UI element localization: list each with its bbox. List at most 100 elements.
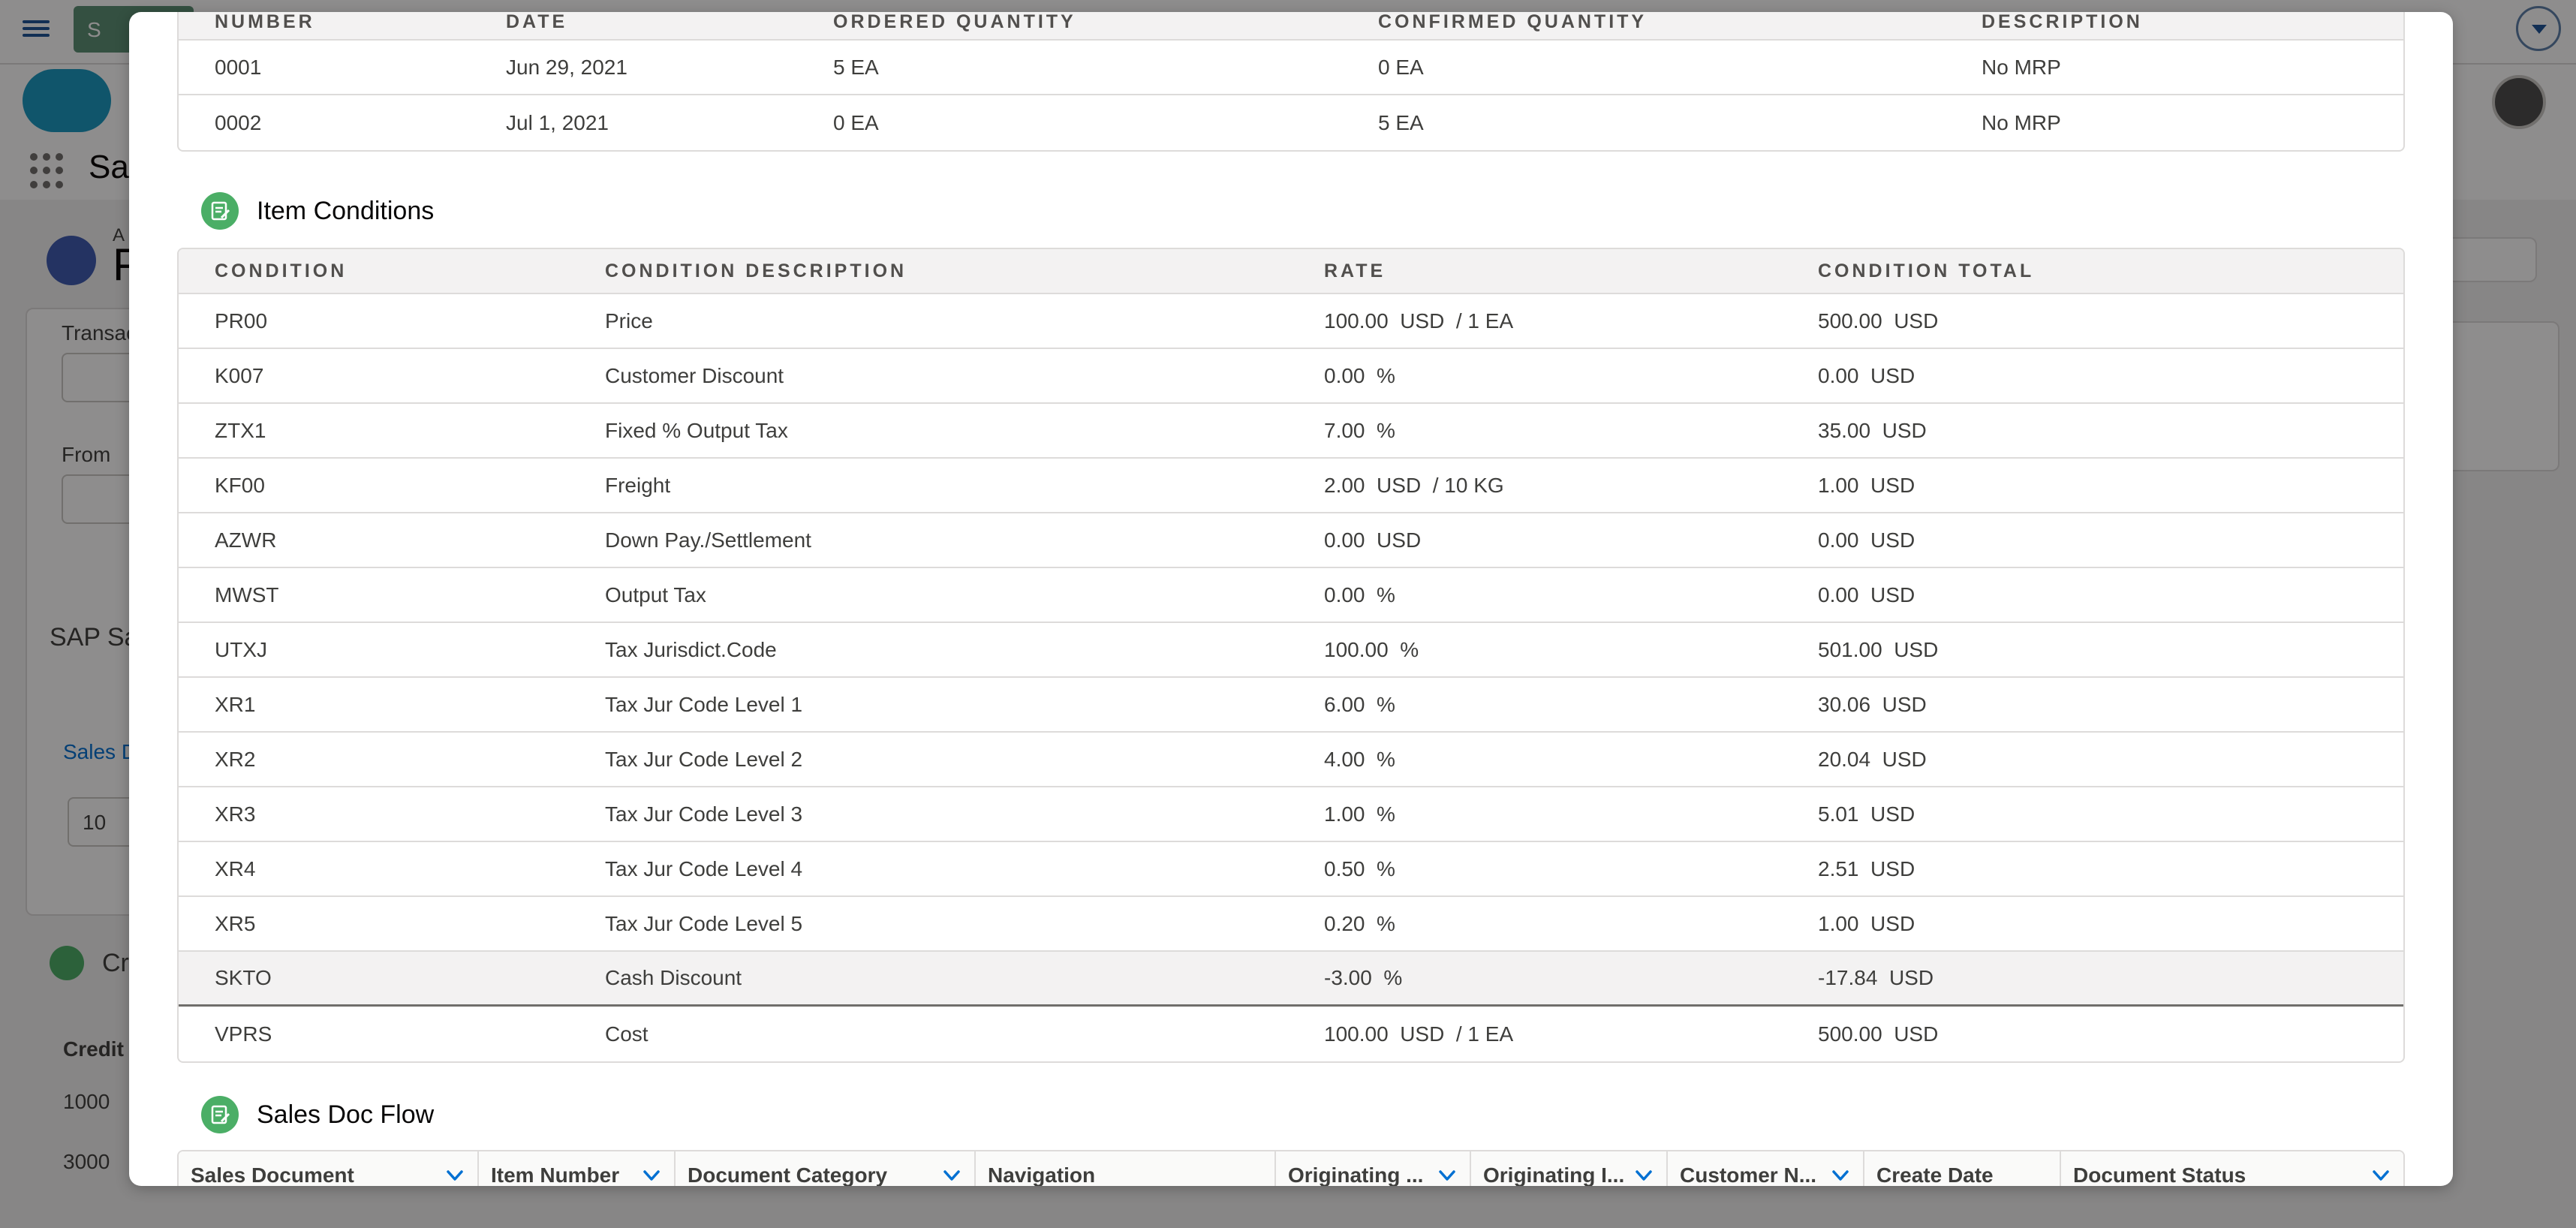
cell-ordered-quantity: 0 EA <box>833 110 879 134</box>
sales-doc-flow-title: Sales Doc Flow <box>257 1100 435 1129</box>
cell-rate: 0.50 % <box>1324 856 1395 880</box>
cell-condition-total: 30.06 USD <box>1818 692 1927 716</box>
cell-rate: 100.00 % <box>1324 637 1419 661</box>
flow-column-label: Document Status <box>2073 1163 2246 1186</box>
flow-column-header[interactable]: Customer N... <box>1668 1151 1864 1186</box>
cell-condition-description: Tax Jur Code Level 5 <box>605 911 803 935</box>
cell-condition-description: Fixed % Output Tax <box>605 418 788 442</box>
flow-column-label: Document Category <box>688 1163 888 1186</box>
col-date: Date <box>506 12 568 32</box>
cell-condition-total: 500.00 USD <box>1818 309 1939 333</box>
col-ordered-quantity: Ordered Quantity <box>833 12 1076 32</box>
table-row: VPRS Cost 100.00 USD / 1 EA 500.00 USD <box>179 1007 2403 1061</box>
cell-condition-description: Freight <box>605 473 671 497</box>
chevron-down-icon[interactable] <box>444 1165 465 1186</box>
table-row: AZWR Down Pay./Settlement 0.00 USD 0.00 USD <box>179 513 2403 568</box>
flow-column-header[interactable]: Create Date <box>1864 1151 2061 1186</box>
item-conditions-header: Item Conditions <box>201 192 434 230</box>
cell-condition: VPRS <box>215 1022 272 1046</box>
cell-condition: UTXJ <box>215 637 267 661</box>
cell-condition-total: 0.00 USD <box>1818 363 1915 387</box>
cell-number: 0002 <box>215 110 262 134</box>
sales-doc-flow-table: Sales Document Item Number Document Catego… <box>177 1150 2405 1186</box>
cell-rate: 7.00 % <box>1324 418 1395 442</box>
cell-rate: 4.00 % <box>1324 747 1395 771</box>
col-rate: Rate <box>1324 260 1386 281</box>
flow-column-label: Navigation <box>988 1163 1096 1186</box>
flow-column-header[interactable]: Sales Document <box>179 1151 479 1186</box>
chevron-down-icon[interactable] <box>1437 1165 1458 1186</box>
cell-condition-total: 0.00 USD <box>1818 528 1915 552</box>
cell-condition: XR5 <box>215 911 256 935</box>
flow-column-header[interactable]: Originating I... <box>1471 1151 1668 1186</box>
table-row: ZTX1 Fixed % Output Tax 7.00 % 35.00 USD <box>179 404 2403 459</box>
cell-condition: XR3 <box>215 802 256 826</box>
flow-column-label: Originating I... <box>1483 1163 1625 1186</box>
table-row: MWST Output Tax 0.00 % 0.00 USD <box>179 568 2403 623</box>
table-row: SKTO Cash Discount -3.00 % -17.84 USD <box>179 952 2403 1007</box>
cell-condition-description: Tax Jur Code Level 3 <box>605 802 803 826</box>
cell-condition: KF00 <box>215 473 265 497</box>
cell-rate: 100.00 USD / 1 EA <box>1324 1022 1514 1046</box>
cell-number: 0001 <box>215 55 262 79</box>
cell-description: No MRP <box>1982 110 2061 134</box>
cell-rate: 2.00 USD / 10 KG <box>1324 473 1504 497</box>
col-condition-total: Condition Total <box>1818 260 2035 281</box>
cell-condition-total: 5.01 USD <box>1818 802 1915 826</box>
cell-condition-total: 2.51 USD <box>1818 856 1915 880</box>
chevron-down-icon[interactable] <box>641 1165 662 1186</box>
table-row: PR00 Price 100.00 USD / 1 EA 500.00 USD <box>179 294 2403 349</box>
col-description: Description <box>1982 12 2143 32</box>
chevron-down-icon[interactable] <box>2370 1165 2391 1186</box>
table-row: KF00 Freight 2.00 USD / 10 KG 1.00 USD <box>179 459 2403 513</box>
flow-column-header[interactable]: Originating ... <box>1276 1151 1471 1186</box>
cell-condition-total: 35.00 USD <box>1818 418 1927 442</box>
item-conditions-table: Condition Condition Description Rate Con… <box>177 248 2405 1063</box>
cell-rate: 0.20 % <box>1324 911 1395 935</box>
sales-doc-flow-header: Sales Doc Flow <box>201 1096 434 1133</box>
flow-column-header[interactable]: Item Number <box>479 1151 676 1186</box>
table-row: 0002 Jul 1, 2021 0 EA 5 EA No MRP <box>179 95 2403 150</box>
cell-condition: XR4 <box>215 856 256 880</box>
cell-condition-description: Tax Jur Code Level 2 <box>605 747 803 771</box>
flow-column-label: Item Number <box>491 1163 620 1186</box>
col-confirmed-quantity: Confirmed Quantity <box>1378 12 1648 32</box>
sales-doc-flow-icon <box>201 1096 239 1133</box>
cell-condition: AZWR <box>215 528 277 552</box>
cell-condition-total: 1.00 USD <box>1818 473 1915 497</box>
cell-condition-description: Cash Discount <box>605 966 742 989</box>
flow-column-label: Originating ... <box>1288 1163 1424 1186</box>
cell-rate: -3.00 % <box>1324 966 1403 989</box>
cell-rate: 0.00 % <box>1324 582 1395 606</box>
cell-condition-total: 20.04 USD <box>1818 747 1927 771</box>
col-number: Number <box>215 12 315 32</box>
table-row: K007 Customer Discount 0.00 % 0.00 USD <box>179 349 2403 404</box>
chevron-down-icon[interactable] <box>941 1165 962 1186</box>
cell-confirmed-quantity: 5 EA <box>1378 110 1424 134</box>
chevron-down-icon[interactable] <box>1633 1165 1654 1186</box>
cell-condition-description: Price <box>605 309 653 333</box>
cell-rate: 0.00 % <box>1324 363 1395 387</box>
cell-condition: K007 <box>215 363 264 387</box>
cell-condition-total: -17.84 USD <box>1818 966 1934 989</box>
cell-condition: PR00 <box>215 309 268 333</box>
cell-confirmed-quantity: 0 EA <box>1378 55 1424 79</box>
item-conditions-rows: PR00 Price 100.00 USD / 1 EA 500.00 USD K007… <box>179 294 2403 1061</box>
cell-date: Jul 1, 2021 <box>506 110 609 134</box>
cell-condition: MWST <box>215 582 279 606</box>
chevron-down-icon[interactable] <box>1830 1165 1851 1186</box>
table-row: XR4 Tax Jur Code Level 4 0.50 % 2.51 USD <box>179 842 2403 897</box>
cell-rate: 0.00 USD <box>1324 528 1422 552</box>
cell-condition-description: Output Tax <box>605 582 706 606</box>
cell-condition-description: Tax Jurisdict.Code <box>605 637 777 661</box>
item-conditions-title: Item Conditions <box>257 196 435 225</box>
cell-condition-total: 0.00 USD <box>1818 582 1915 606</box>
flow-column-header[interactable]: Navigation <box>976 1151 1276 1186</box>
schedule-lines-header: Number Date Ordered Quantity Confirmed Q… <box>179 12 2403 41</box>
cell-condition-description: Customer Discount <box>605 363 784 387</box>
flow-column-header[interactable]: Document Status <box>2061 1151 2403 1186</box>
cell-condition-total: 500.00 USD <box>1818 1022 1939 1046</box>
flow-column-header[interactable]: Document Category <box>676 1151 976 1186</box>
item-detail-modal: Number Date Ordered Quantity Confirmed Q… <box>129 12 2453 1186</box>
cell-date: Jun 29, 2021 <box>506 55 627 79</box>
